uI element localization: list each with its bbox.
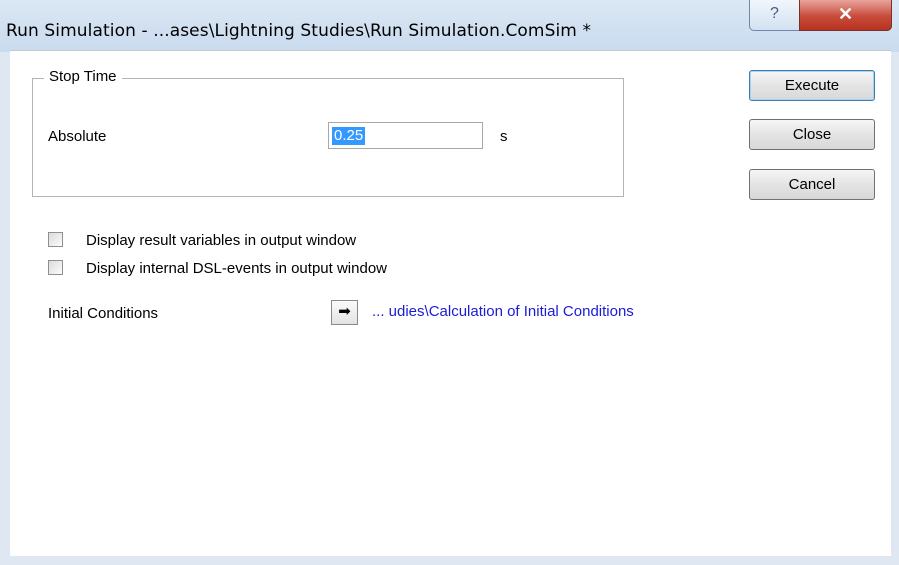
initial-conditions-link[interactable]: ... udies\Calculation of Initial Conditi… bbox=[372, 303, 634, 320]
arrow-right-icon: ➡ bbox=[338, 303, 351, 320]
close-icon: ✕ bbox=[837, 4, 854, 24]
absolute-stop-time-input[interactable]: 0.25 bbox=[328, 122, 483, 149]
absolute-stop-time-value: 0.25 bbox=[332, 127, 366, 145]
stop-time-unit: s bbox=[500, 128, 508, 145]
help-button[interactable]: ? bbox=[749, 0, 800, 31]
absolute-label: Absolute bbox=[48, 128, 107, 145]
cancel-button[interactable]: Cancel bbox=[749, 169, 875, 200]
window-title: Run Simulation - ...ases\Lightning Studi… bbox=[6, 21, 592, 41]
run-simulation-dialog: Run Simulation - ...ases\Lightning Studi… bbox=[0, 0, 899, 565]
initial-conditions-label: Initial Conditions bbox=[48, 305, 159, 322]
close-button[interactable]: Close bbox=[749, 119, 875, 150]
execute-button[interactable]: Execute bbox=[749, 70, 875, 101]
window-close-button[interactable]: ✕ bbox=[799, 0, 892, 31]
initial-conditions-jump-button[interactable]: ➡ bbox=[331, 300, 358, 325]
help-icon: ? bbox=[770, 5, 779, 22]
display-dsl-events-checkbox[interactable] bbox=[48, 260, 63, 275]
window-bottom-border bbox=[0, 556, 899, 565]
display-dsl-events-label: Display internal DSL-events in output wi… bbox=[86, 260, 387, 277]
stop-time-group-label: Stop Time bbox=[44, 68, 122, 85]
display-result-variables-label: Display result variables in output windo… bbox=[86, 232, 357, 249]
title-bar[interactable]: Run Simulation - ...ases\Lightning Studi… bbox=[0, 0, 899, 52]
display-result-variables-checkbox[interactable] bbox=[48, 232, 63, 247]
